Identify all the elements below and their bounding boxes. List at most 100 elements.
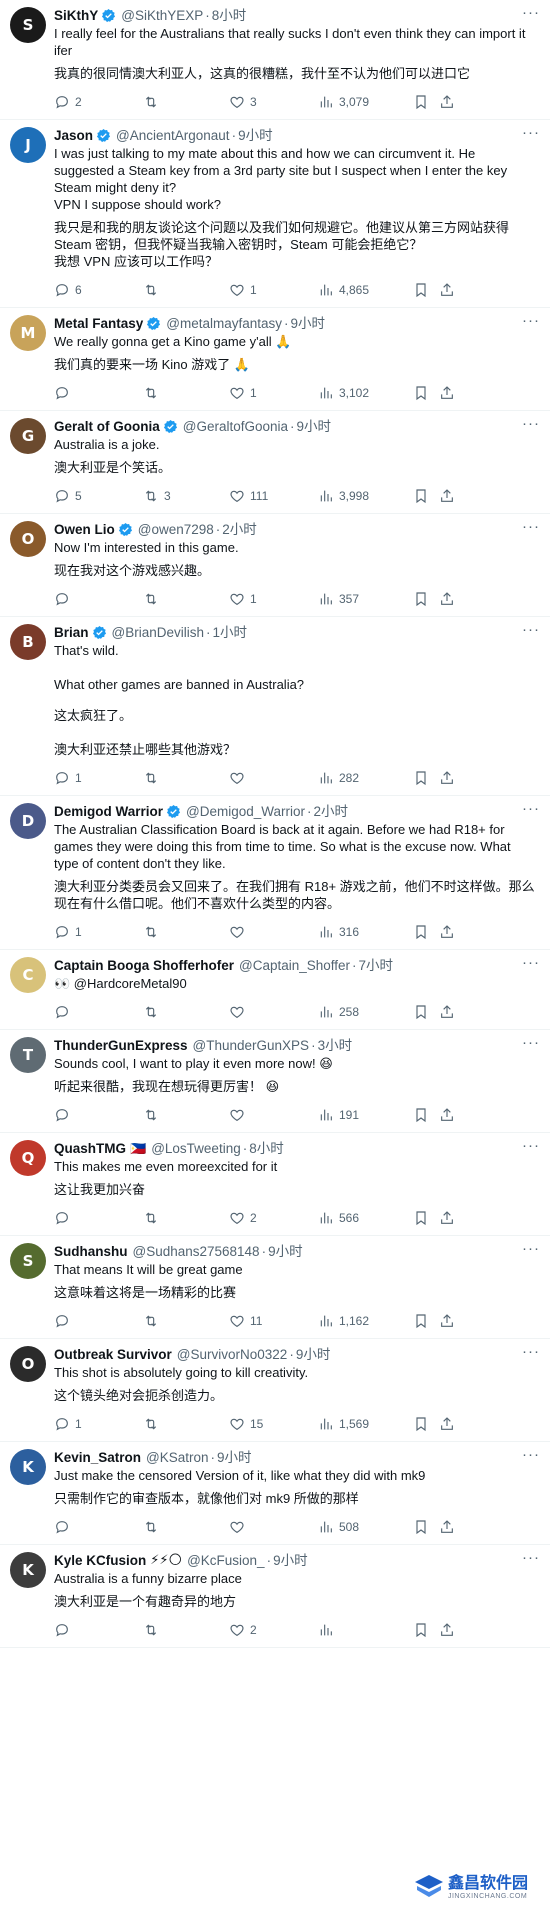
more-options-icon[interactable]: ··· (522, 312, 540, 329)
retweet-button[interactable] (143, 591, 229, 607)
reply-button[interactable] (54, 1622, 143, 1638)
author-name[interactable]: Captain Booga Shofferhofer (54, 956, 234, 975)
timestamp[interactable]: 9小时 (296, 1345, 331, 1364)
timestamp[interactable]: 1小时 (213, 623, 248, 642)
reply-tweet[interactable]: J ··· Jason @AncientArgonaut · 9小时 I was just … (0, 120, 550, 308)
timestamp[interactable]: 2小时 (222, 520, 257, 539)
share-button[interactable] (439, 591, 459, 607)
share-button[interactable] (439, 1107, 459, 1123)
author-handle[interactable]: @LosTweeting (151, 1139, 241, 1158)
share-button[interactable] (439, 770, 459, 786)
bookmark-button[interactable] (413, 282, 435, 298)
like-button[interactable]: 11 (229, 1313, 318, 1329)
more-options-icon[interactable]: ··· (522, 1343, 540, 1360)
author-name[interactable]: Owen Lio (54, 520, 115, 539)
reply-tweet[interactable]: O ··· Outbreak Survivor @SurvivorNo0322 · 9小时… (0, 1339, 550, 1442)
reply-tweet[interactable]: B ··· Brian @BrianDevilish · 1小时 That's wild. … (0, 617, 550, 796)
like-button[interactable]: 1 (229, 282, 318, 298)
like-button[interactable]: 3 (229, 94, 318, 110)
reply-button[interactable]: 1 (54, 924, 143, 940)
bookmark-button[interactable] (413, 1622, 435, 1638)
bookmark-button[interactable] (413, 94, 435, 110)
more-options-icon[interactable]: ··· (522, 1446, 540, 1463)
bookmark-button[interactable] (413, 488, 435, 504)
author-handle[interactable]: @ThunderGunXPS (193, 1036, 310, 1055)
more-options-icon[interactable]: ··· (522, 954, 540, 971)
retweet-button[interactable] (143, 385, 229, 401)
author-handle[interactable]: @KcFusion_ (187, 1551, 265, 1570)
more-options-icon[interactable]: ··· (522, 4, 540, 21)
views-button[interactable]: 566 (318, 1210, 411, 1226)
retweet-button[interactable] (143, 924, 229, 940)
author-name[interactable]: Kevin_Satron (54, 1448, 141, 1467)
retweet-button[interactable] (143, 1313, 229, 1329)
retweet-button[interactable] (143, 1107, 229, 1123)
author-handle[interactable]: @SiKthYEXP (121, 6, 203, 25)
share-button[interactable] (439, 1519, 459, 1535)
avatar[interactable]: O (10, 521, 46, 557)
retweet-button[interactable] (143, 1416, 229, 1432)
share-button[interactable] (439, 282, 459, 298)
share-button[interactable] (439, 1313, 459, 1329)
avatar[interactable]: B (10, 624, 46, 660)
timestamp[interactable]: 2小时 (314, 802, 349, 821)
avatar[interactable]: S (10, 1243, 46, 1279)
avatar[interactable]: D (10, 803, 46, 839)
bookmark-button[interactable] (413, 591, 435, 607)
reply-tweet[interactable]: M ··· Metal Fantasy @metalmayfantasy · 9小时 We … (0, 308, 550, 411)
views-button[interactable]: 316 (318, 924, 411, 940)
like-button[interactable]: 15 (229, 1416, 318, 1432)
more-options-icon[interactable]: ··· (522, 518, 540, 535)
bookmark-button[interactable] (413, 1210, 435, 1226)
bookmark-button[interactable] (413, 1416, 435, 1432)
share-button[interactable] (439, 924, 459, 940)
more-options-icon[interactable]: ··· (522, 621, 540, 638)
views-button[interactable]: 1,569 (318, 1416, 411, 1432)
author-name[interactable]: Geralt of Goonia (54, 417, 160, 436)
retweet-button[interactable]: 3 (143, 488, 229, 504)
author-handle[interactable]: @AncientArgonaut (116, 126, 230, 145)
author-handle[interactable]: @GeraltofGoonia (183, 417, 288, 436)
bookmark-button[interactable] (413, 924, 435, 940)
views-button[interactable]: 191 (318, 1107, 411, 1123)
bookmark-button[interactable] (413, 1519, 435, 1535)
reply-tweet[interactable]: K ··· Kyle KCfusion ⚡⚡🌕 @KcFusion_ · 9小时 Austra… (0, 1545, 550, 1648)
avatar[interactable]: Q (10, 1140, 46, 1176)
timestamp[interactable]: 9小时 (291, 314, 326, 333)
like-button[interactable]: 2 (229, 1210, 318, 1226)
author-name[interactable]: QuashTMG (54, 1139, 126, 1158)
like-button[interactable] (229, 1519, 318, 1535)
views-button[interactable]: 508 (318, 1519, 411, 1535)
retweet-button[interactable] (143, 770, 229, 786)
bookmark-button[interactable] (413, 385, 435, 401)
share-button[interactable] (439, 385, 459, 401)
like-button[interactable]: 1 (229, 385, 318, 401)
retweet-button[interactable] (143, 1519, 229, 1535)
reply-tweet[interactable]: K ··· Kevin_Satron @KSatron · 9小时 Just make th… (0, 1442, 550, 1545)
more-options-icon[interactable]: ··· (522, 1137, 540, 1154)
more-options-icon[interactable]: ··· (522, 1034, 540, 1051)
share-button[interactable] (439, 1004, 459, 1020)
reply-tweet[interactable]: S ··· Sudhanshu @Sudhans27568148 · 9小时 That me… (0, 1236, 550, 1339)
reply-tweet[interactable]: C ··· Captain Booga Shofferhofer @Captain_S… (0, 950, 550, 1030)
author-name[interactable]: Kyle KCfusion (54, 1551, 146, 1570)
views-button[interactable] (318, 1622, 411, 1638)
author-name[interactable]: Sudhanshu (54, 1242, 128, 1261)
more-options-icon[interactable]: ··· (522, 415, 540, 432)
avatar[interactable]: J (10, 127, 46, 163)
views-button[interactable]: 1,162 (318, 1313, 411, 1329)
reply-button[interactable]: 1 (54, 1416, 143, 1432)
views-button[interactable]: 282 (318, 770, 411, 786)
author-handle[interactable]: @Captain_Shoffer (239, 956, 350, 975)
timestamp[interactable]: 9小时 (273, 1551, 308, 1570)
avatar[interactable]: C (10, 957, 46, 993)
avatar[interactable]: M (10, 315, 46, 351)
bookmark-button[interactable] (413, 1313, 435, 1329)
views-button[interactable]: 4,865 (318, 282, 411, 298)
reply-button[interactable]: 2 (54, 94, 143, 110)
reply-tweet[interactable]: S ··· SiKthY @SiKthYEXP · 8小时 I really feel fo… (0, 0, 550, 120)
retweet-button[interactable] (143, 94, 229, 110)
author-handle[interactable]: @Sudhans27568148 (133, 1242, 260, 1261)
views-button[interactable]: 3,079 (318, 94, 411, 110)
bookmark-button[interactable] (413, 770, 435, 786)
